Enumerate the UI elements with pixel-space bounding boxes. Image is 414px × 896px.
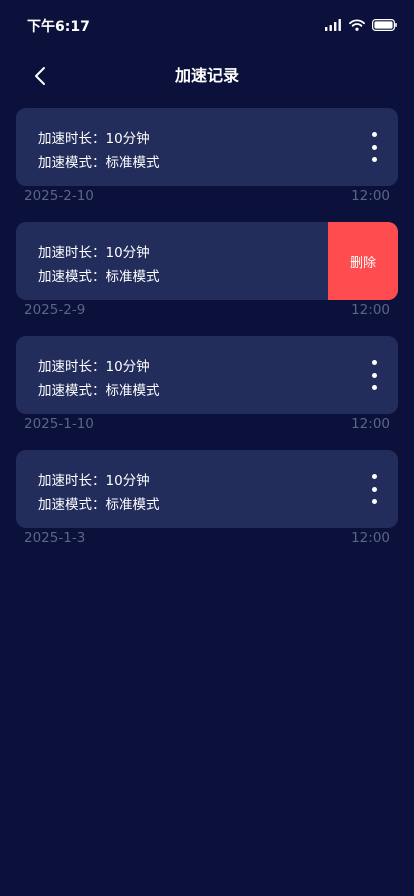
record-item: 加速时长：10分钟 加速模式：标准模式 删除 2025-2-9 12:00 — [16, 222, 398, 336]
record-meta: 2025-1-10 12:00 — [24, 416, 390, 434]
record-date: 2025-1-3 — [24, 530, 86, 546]
record-duration: 加速时长：10分钟 — [38, 359, 150, 375]
record-item: 加速时长：10分钟 加速模式：标准模式 2025-1-10 12:00 — [16, 336, 398, 450]
record-date: 2025-1-10 — [24, 416, 94, 432]
more-icon[interactable] — [364, 132, 384, 162]
record-time: 12:00 — [351, 302, 390, 318]
record-mode: 加速模式：标准模式 — [38, 269, 160, 285]
record-time: 12:00 — [351, 530, 390, 546]
record-duration: 加速时长：10分钟 — [38, 473, 150, 489]
more-icon[interactable] — [364, 474, 384, 504]
record-duration: 加速时长：10分钟 — [38, 131, 150, 147]
record-mode: 加速模式：标准模式 — [38, 155, 160, 171]
record-date: 2025-2-9 — [24, 302, 86, 318]
status-bar: 下午6:17 — [0, 0, 414, 48]
record-date: 2025-2-10 — [24, 188, 94, 204]
wifi-icon — [349, 19, 365, 31]
nav-bar: 加速记录 — [0, 52, 414, 96]
status-time: 下午6:17 — [27, 19, 90, 35]
signal-icon — [325, 19, 341, 31]
record-meta: 2025-2-10 12:00 — [24, 188, 390, 206]
record-duration: 加速时长：10分钟 — [38, 245, 150, 261]
record-mode: 加速模式：标准模式 — [38, 497, 160, 513]
delete-button[interactable]: 删除 — [328, 222, 398, 300]
record-card[interactable]: 加速时长：10分钟 加速模式：标准模式 — [16, 108, 398, 186]
battery-icon — [372, 19, 397, 31]
record-card[interactable]: 加速时长：10分钟 加速模式：标准模式 删除 — [16, 222, 398, 300]
record-meta: 2025-1-3 12:00 — [24, 530, 390, 548]
status-icons — [325, 17, 397, 33]
record-card[interactable]: 加速时长：10分钟 加速模式：标准模式 — [16, 336, 398, 414]
record-item: 加速时长：10分钟 加速模式：标准模式 2025-2-10 12:00 — [16, 108, 398, 222]
record-card[interactable]: 加速时长：10分钟 加速模式：标准模式 — [16, 450, 398, 528]
record-mode: 加速模式：标准模式 — [38, 383, 160, 399]
more-icon[interactable] — [364, 360, 384, 390]
record-meta: 2025-2-9 12:00 — [24, 302, 390, 320]
record-item: 加速时长：10分钟 加速模式：标准模式 2025-1-3 12:00 — [16, 450, 398, 564]
record-list: 加速时长：10分钟 加速模式：标准模式 2025-2-10 12:00 加速时长… — [16, 108, 398, 564]
record-time: 12:00 — [351, 416, 390, 432]
record-time: 12:00 — [351, 188, 390, 204]
page-title: 加速记录 — [174, 66, 239, 85]
